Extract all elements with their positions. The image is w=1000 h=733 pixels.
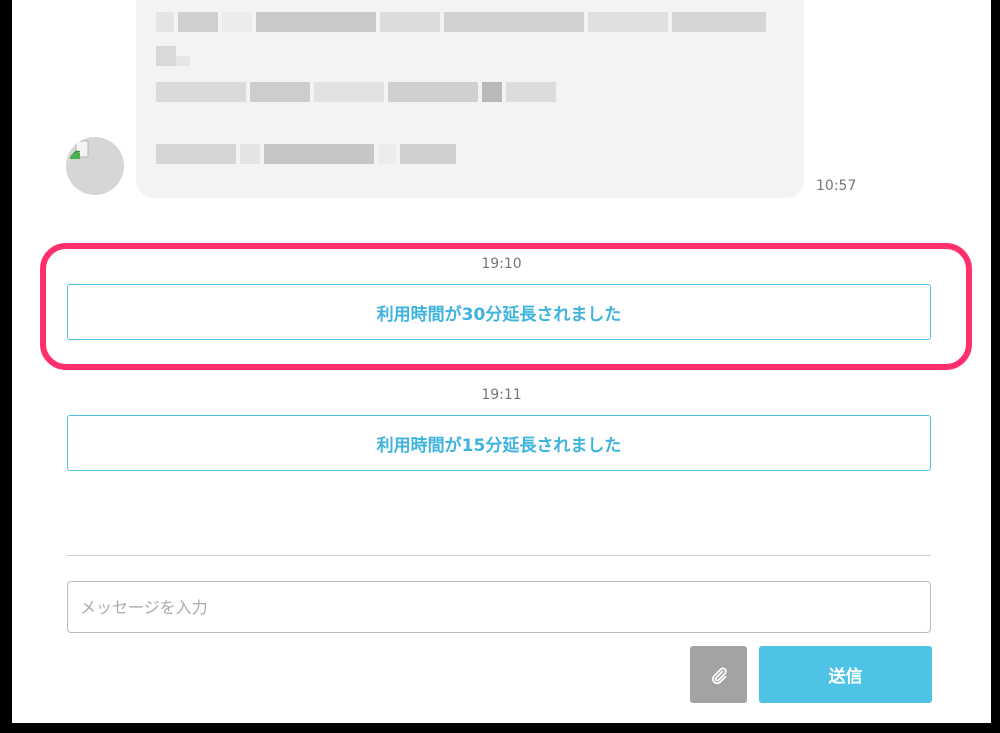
blurred-text-line [156,82,556,102]
composer-divider [67,555,931,556]
system-message-timestamp: 19:11 [481,387,522,403]
send-button[interactable]: 送信 [759,646,932,703]
blurred-text-line [156,46,196,66]
chat-window: 10:57 19:10 利用時間が30分延長されました 19:11 利用時間が1… [12,0,991,723]
message-timestamp: 10:57 [816,178,857,194]
system-message-extension-15: 利用時間が15分延長されました [67,415,931,471]
incoming-message-bubble [136,0,804,198]
broken-image-icon [70,140,89,159]
blurred-text-line [156,12,766,32]
avatar[interactable] [66,137,124,195]
message-input[interactable] [67,581,931,633]
paperclip-icon [711,667,727,684]
attach-button[interactable] [690,646,747,703]
highlight-annotation [40,243,972,370]
blurred-text-line [156,144,456,164]
